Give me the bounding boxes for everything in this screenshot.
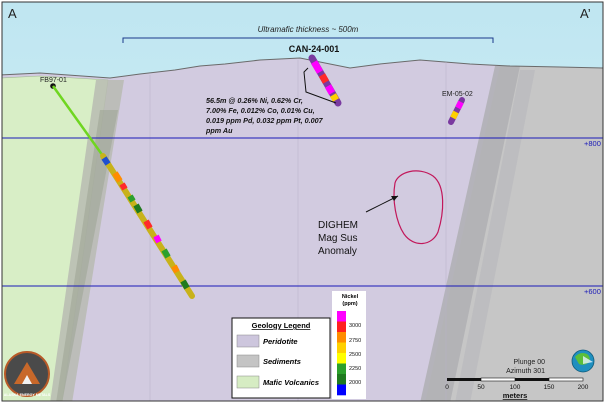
legend-swatch-mafic-volcanics bbox=[236, 375, 260, 389]
nickel-scale-title: Nickel bbox=[342, 294, 359, 300]
geology-legend: Geology Legend Peridotite Sediments Mafi… bbox=[231, 317, 331, 399]
nickel-scale-segment bbox=[337, 342, 346, 354]
nickel-scale-segment bbox=[337, 332, 346, 343]
elevation-label-800: +800 bbox=[584, 139, 601, 148]
cross-section-svg: A A’ Ultramafic thickness ~ 500m CAN-24-… bbox=[1, 1, 604, 402]
scale-tick-50: 50 bbox=[477, 384, 485, 391]
intercept-line-1: 56.5m @ 0.26% Ni, 0.62% Cr, bbox=[206, 96, 303, 105]
thickness-label: Ultramafic thickness ~ 500m bbox=[258, 25, 359, 34]
section-label-right: A’ bbox=[580, 6, 591, 21]
legend-label-mafic-volcanics: Mafic Volcanics bbox=[263, 378, 319, 387]
elevation-label-600: +600 bbox=[584, 287, 601, 296]
nickel-tick-2000: 2000 bbox=[349, 380, 361, 386]
nickel-tick-2500: 2500 bbox=[349, 352, 361, 358]
logo-text: ALASKA ENERGY METALS bbox=[4, 393, 51, 397]
legend-title: Geology Legend bbox=[252, 321, 311, 330]
nickel-color-scale: Nickel (ppm) 3000 2750 2500 2250 2000 bbox=[332, 291, 366, 399]
anomaly-line-2: Mag Sus bbox=[318, 233, 357, 244]
nickel-scale-bar bbox=[337, 311, 346, 396]
intercept-line-4: ppm Au bbox=[205, 126, 233, 135]
nickel-scale-segment bbox=[337, 311, 346, 322]
legend-swatch-sediments bbox=[236, 354, 260, 368]
anomaly-line-3: Anomaly bbox=[318, 246, 357, 257]
legend-label-sediments: Sediments bbox=[263, 357, 301, 366]
legend-label-peridotite: Peridotite bbox=[263, 337, 298, 346]
scale-tick-0: 0 bbox=[445, 384, 449, 391]
nickel-scale-unit: (ppm) bbox=[342, 301, 357, 307]
compass-globe-icon bbox=[571, 349, 595, 373]
azimuth-label: Azimuth 301 bbox=[506, 368, 545, 375]
nickel-scale-segment bbox=[337, 384, 346, 396]
section-label-left: A bbox=[8, 6, 17, 21]
intercept-line-3: 0.019 ppm Pd, 0.032 ppm Pt, 0.007 bbox=[206, 116, 324, 125]
anomaly-line-1: DIGHEM bbox=[318, 220, 358, 231]
scale-tick-200: 200 bbox=[578, 384, 589, 391]
hole-label-em-05-02: EM-05-02 bbox=[442, 91, 473, 98]
intercept-line-2: 7.00% Fe, 0.012% Co, 0.01% Cu, bbox=[206, 106, 315, 115]
nickel-tick-3000: 3000 bbox=[349, 323, 361, 329]
legend-swatch-peridotite bbox=[236, 334, 260, 348]
anomaly-label: DIGHEM Mag Sus Anomaly bbox=[318, 220, 358, 257]
plunge-label: Plunge 00 bbox=[513, 359, 545, 366]
nickel-scale-segment bbox=[337, 363, 346, 375]
nickel-scale-segment bbox=[337, 353, 346, 364]
hole-label-can-24-001: CAN-24-001 bbox=[289, 44, 340, 54]
hole-label-fb97-01: FB97-01 bbox=[40, 77, 67, 84]
nickel-tick-2750: 2750 bbox=[349, 338, 361, 344]
nickel-scale-segment bbox=[337, 321, 346, 333]
scale-tick-150: 150 bbox=[544, 384, 555, 391]
scale-tick-100: 100 bbox=[510, 384, 521, 391]
nickel-scale-segment bbox=[337, 374, 346, 385]
scale-unit: meters bbox=[503, 391, 528, 400]
nickel-tick-2250: 2250 bbox=[349, 366, 361, 372]
cross-section-figure: A A’ Ultramafic thickness ~ 500m CAN-24-… bbox=[0, 0, 605, 403]
